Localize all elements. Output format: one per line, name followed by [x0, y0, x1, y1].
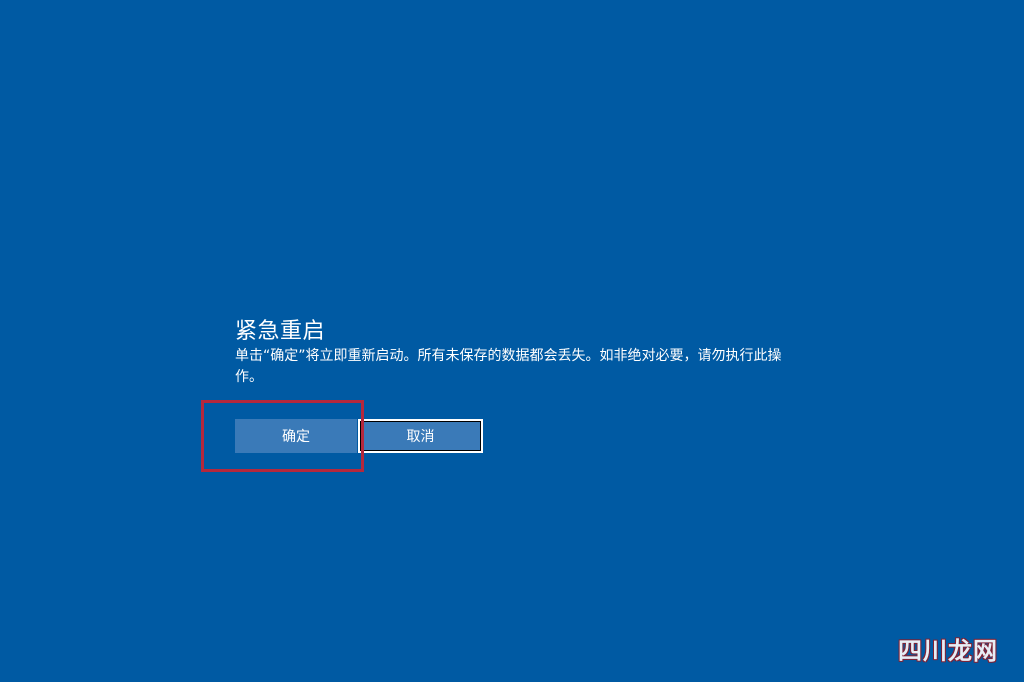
emergency-restart-dialog: 紧急重启 单击“确定”将立即重新启动。所有未保存的数据都会丢失。如非绝对必要，请…	[235, 318, 815, 488]
dialog-title: 紧急重启	[235, 319, 326, 344]
cancel-button[interactable]: 取消	[358, 419, 483, 453]
emergency-restart-screen: 紧急重启 单击“确定”将立即重新启动。所有未保存的数据都会丢失。如非绝对必要，请…	[0, 0, 1024, 682]
dialog-buttons: 确定 取消	[235, 419, 485, 453]
confirm-button[interactable]: 确定	[235, 419, 357, 453]
dialog-message: 单击“确定”将立即重新启动。所有未保存的数据都会丢失。如非绝对必要，请勿执行此操…	[235, 348, 782, 385]
watermark-logo: 四川龙网	[898, 637, 998, 665]
